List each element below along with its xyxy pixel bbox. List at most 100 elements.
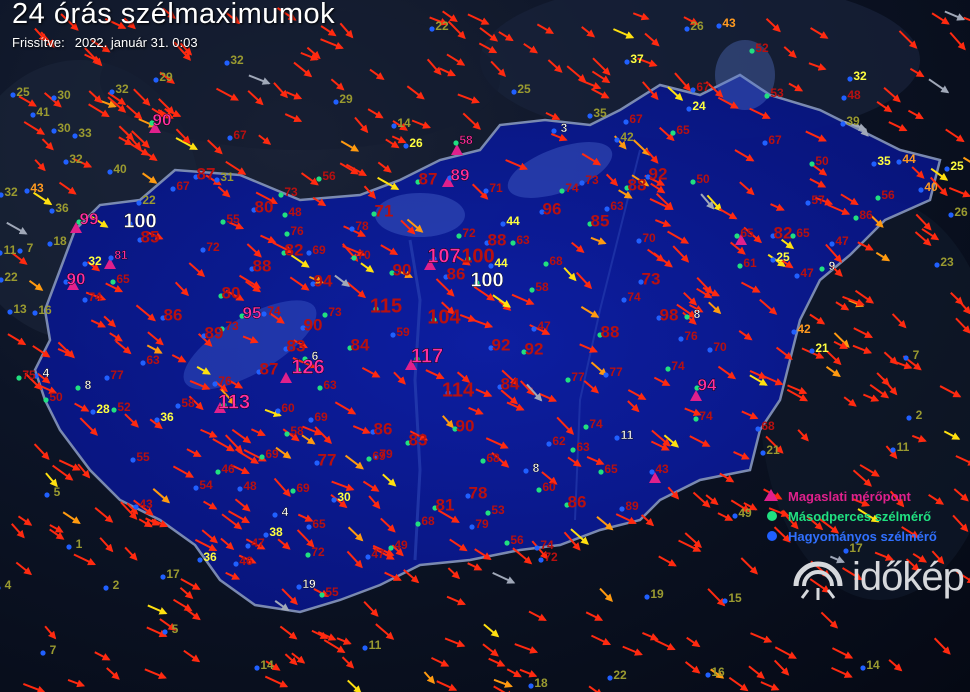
wind-max-label: 85 [591, 211, 610, 230]
wind-max-label: 5 [54, 485, 61, 499]
station-dot [429, 26, 435, 32]
wind-arrow-red [948, 187, 970, 198]
wind-max-label: 14 [397, 116, 411, 130]
station-dot [110, 279, 116, 285]
station-dot [388, 545, 394, 551]
station-dot [290, 488, 296, 494]
wind-arrow-red [760, 681, 780, 691]
wind-max-label: 78 [355, 219, 369, 233]
wind-max-label: 40 [924, 180, 938, 194]
station-dot [598, 469, 604, 475]
wind-max-label: 35 [877, 154, 891, 168]
wind-max-label: 63 [323, 378, 337, 392]
station-dot [331, 497, 337, 503]
legend-label: Magaslati mérőpont [788, 488, 911, 504]
station-dot [693, 416, 699, 422]
wind-max-label: 63 [516, 233, 530, 247]
station-dot [623, 119, 629, 125]
station-dot [480, 458, 486, 464]
wind-max-label: 77 [318, 450, 337, 469]
station-dot [686, 106, 692, 112]
station-dot [684, 26, 690, 32]
wind-arrow-yellow [347, 679, 362, 692]
wind-max-label: 63 [610, 199, 624, 213]
wind-max-label: 3 [561, 121, 568, 135]
wind-arrow-red [124, 546, 138, 561]
wind-max-label: 74 [565, 181, 579, 195]
wind-max-label: 87 [197, 164, 216, 183]
wind-max-label: 53 [770, 86, 784, 100]
station-dot [755, 426, 761, 432]
station-dot [853, 215, 859, 221]
wind-max-label: 90 [456, 416, 475, 435]
station-dot [7, 309, 13, 315]
wind-max-label: 68 [549, 254, 563, 268]
wind-max-label: 54 [199, 478, 213, 492]
wind-arrow-red [363, 600, 379, 617]
wind-max-label: 76 [290, 224, 304, 238]
wind-max-label: 8 [85, 378, 92, 392]
wind-max-label: 88 [253, 256, 272, 275]
wind-max-label: 39 [846, 114, 860, 128]
wind-arrow-red [279, 625, 298, 640]
station-dot [366, 456, 372, 462]
station-dot [349, 226, 355, 232]
wind-max-label: 80 [222, 283, 241, 302]
station-dot [760, 450, 766, 456]
station-dot [762, 140, 768, 146]
wind-max-label: 43 [139, 497, 153, 511]
wind-max-label: 80 [255, 197, 274, 216]
wind-max-label: 92 [649, 164, 668, 183]
wind-max-label: 58 [535, 280, 549, 294]
station-dot [732, 513, 738, 519]
wind-max-label: 43 [722, 16, 736, 30]
wind-max-label: 33 [78, 126, 92, 140]
station-dot [906, 415, 912, 421]
wind-max-label: 84 [501, 374, 520, 393]
wind-max-label: 22 [142, 193, 156, 207]
station-dot [333, 99, 339, 105]
wind-max-label: 52 [755, 41, 769, 55]
wind-max-label: 56 [322, 169, 336, 183]
station-dot [790, 233, 796, 239]
wind-max-label: 48 [847, 88, 861, 102]
station-dot [72, 133, 78, 139]
wind-max-label: 8 [694, 307, 701, 321]
wind-arrow-red [172, 598, 193, 612]
wind-max-label: 25 [950, 159, 964, 173]
wind-max-label: 70 [713, 340, 727, 354]
wind-max-label: 22 [435, 19, 449, 33]
station-dot [32, 310, 38, 316]
wind-arrow-red [640, 514, 655, 527]
wind-max-label: 50 [815, 154, 829, 168]
wind-max-label: 69 [372, 449, 386, 463]
wind-arrow-red [377, 161, 392, 173]
wind-arrow-orange [962, 156, 970, 163]
wind-max-label: 89 [625, 499, 639, 513]
green-dot-icon [767, 511, 777, 521]
station-dot [308, 417, 314, 423]
wind-max-label: 30 [337, 490, 351, 504]
wind-max-label: 24 [692, 99, 706, 113]
wind-max-label: 52 [117, 400, 131, 414]
wind-max-label: 85 [141, 227, 160, 246]
wind-max-label: 32 [230, 53, 244, 67]
station-dot [284, 431, 290, 437]
station-dot [284, 231, 290, 237]
wind-arrow-red [684, 661, 701, 674]
wind-max-label: 67 [696, 80, 710, 94]
wind-max-label: 96 [543, 199, 562, 218]
station-dot [453, 140, 459, 146]
station-dot [948, 212, 954, 218]
wind-arrow-red [264, 675, 289, 688]
wind-max-label: 8 [533, 461, 540, 475]
wind-arrow-red [106, 667, 120, 680]
station-dot [365, 554, 371, 560]
station-dot [528, 683, 534, 689]
wind-max-label: 50 [49, 390, 63, 404]
wind-arrow-red [949, 31, 966, 51]
wind-arrow-red [820, 611, 839, 629]
station-dot [583, 424, 589, 430]
wind-max-label: 88 [628, 175, 647, 194]
station-dot [40, 650, 46, 656]
